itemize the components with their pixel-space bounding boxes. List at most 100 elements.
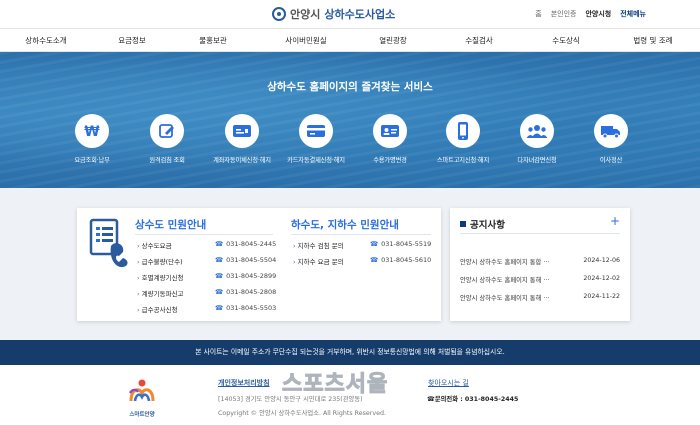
water-row-name[interactable]: 상수도요금 — [137, 240, 172, 250]
nav-item-intro[interactable]: 상하수도소개 — [25, 35, 66, 46]
service-remote-meter[interactable]: 원격검침 조회 — [132, 114, 202, 164]
nav-item-fee[interactable]: 요금정보 — [118, 35, 146, 46]
hero-title: 상하수도 홈페이지의 즐겨찾는 서비스 — [267, 81, 433, 93]
sewer-service-title: 하수도, 지하수 민원안내 — [291, 219, 399, 231]
sewer-row-tel-text: 031-8045-5610 — [381, 256, 432, 264]
hero-banner: 상하수도 홈페이지의 즐겨찾는 서비스 ₩ 요금조회·납부 원격검침 조회 계좌… — [0, 52, 700, 188]
anyang-emblem-icon — [272, 7, 286, 21]
footer-phone: ☎문의전화 : 031-8045-2445 — [427, 394, 518, 403]
service-label: 원격검침 조회 — [149, 157, 185, 164]
notice-item-date: 2024-11-22 — [583, 293, 620, 300]
notice-list-item[interactable]: 안양시 상하수도 홈페이지 통해 ··· 2024-12-02 — [460, 275, 620, 284]
water-row-tel-text: 031-8045-5504 — [226, 256, 277, 264]
water-row-name[interactable]: 계량기동파신고 — [137, 288, 184, 298]
directions-link[interactable]: 찾아오시는 길 — [428, 378, 469, 388]
main-navigation: 상하수도소개 요금정보 물홍보관 사이버민원실 열린광장 수질검사 수도상식 법… — [0, 28, 700, 52]
nav-item-promo[interactable]: 물홍보관 — [199, 35, 227, 46]
service-multichild-discount[interactable]: 다자녀감면신청 — [502, 114, 572, 164]
phone-document-icon — [85, 216, 133, 272]
notice-item-title: 안양시 상하수도 홈페이지 통합 ··· — [460, 259, 550, 266]
water-row-tel-text: 031-8045-2899 — [226, 272, 277, 280]
phone-icon: ☎ — [215, 288, 224, 296]
footer-copyright: Copyright © 안양시 상하수도사업소. All Rights Rese… — [218, 410, 386, 417]
nav-item-cyber[interactable]: 사이버민원실 — [285, 35, 326, 46]
service-label: 스마트고지신청·해지 — [436, 157, 490, 164]
water-row-name[interactable]: 급수불량(단수) — [137, 256, 183, 266]
utility-menu: 홈 본인인증 안양시청 전체메뉴 — [535, 9, 646, 19]
privacy-policy-link[interactable]: 개인정보처리방침 — [218, 378, 270, 388]
content-area: 상수도 민원안내 상수도요금 ☎031-8045-2445 급수불량(단수) ☎… — [0, 188, 700, 340]
sewer-title-divider — [291, 234, 431, 235]
water-row-tel: ☎ 031-8045-2808 — [215, 288, 276, 296]
logo-office-text: 상하수도사업소 — [324, 8, 396, 21]
smart-anyang-text: 스마트안양 — [129, 412, 155, 418]
service-fee-payment[interactable]: ₩ 요금조회·납부 — [57, 114, 127, 164]
service-label: 계좌자동이체신청·해지 — [213, 157, 271, 164]
phone-icon: ☎ — [370, 256, 379, 264]
water-row-tel: ☎ 031-8045-2445 — [215, 240, 276, 248]
service-name-change[interactable]: 수용가명변경 — [355, 114, 425, 164]
service-account-autopay[interactable]: 계좌자동이체신청·해지 — [207, 114, 277, 164]
water-row-name[interactable]: 호별계량기신청 — [137, 272, 184, 282]
notice-title: 공지사항 — [460, 217, 505, 231]
sewer-row-name[interactable]: 지하수 요금 문의 — [293, 256, 344, 266]
water-title-divider — [135, 234, 273, 235]
credit-card-icon — [299, 114, 333, 148]
util-auth-link[interactable]: 본인인증 — [551, 9, 577, 19]
service-label: 수용가명변경 — [373, 157, 407, 164]
nav-item-quality[interactable]: 수질검사 — [465, 35, 493, 46]
sewer-row-tel: ☎ 031-8045-5519 — [370, 240, 431, 248]
water-row-tel: ☎ 031-8045-5504 — [215, 256, 276, 264]
sewer-row-tel-text: 031-8045-5519 — [381, 240, 432, 248]
phone-icon: ☎ — [215, 272, 224, 280]
phone-icon: ☎ — [215, 240, 224, 248]
smart-anyang-logo: 스마트안양 — [124, 375, 160, 418]
logo-city-text: 안양시 — [290, 8, 321, 21]
truck-icon — [594, 114, 628, 148]
sewer-row-name[interactable]: 지하수 검침 문의 — [293, 240, 344, 250]
notice-item-title: 안양시 상하수도 홈페이지 통해 ··· — [460, 277, 550, 284]
notice-item-date: 2024-12-02 — [583, 275, 620, 282]
service-label: 다자녀감면신청 — [517, 157, 557, 164]
site-footer: 스마트안양 개인정보처리방침 스포츠서울 찾아오시는 길 [14053] 경기도… — [0, 365, 700, 425]
people-icon — [520, 114, 554, 148]
util-cityhall-link[interactable]: 안양시청 — [585, 9, 611, 19]
won-icon: ₩ — [75, 114, 109, 148]
water-row-tel: ☎ 031-8045-2899 — [215, 272, 276, 280]
service-label: 요금조회·납부 — [74, 157, 110, 164]
smart-anyang-emblem-icon — [129, 379, 155, 402]
notice-divider — [460, 233, 620, 234]
phone-icon: ☎ — [215, 256, 224, 264]
bank-card-icon — [225, 114, 259, 148]
service-card-autopay[interactable]: 카드자동결제신청·해지 — [281, 114, 351, 164]
notice-item-title: 안양시 상하수도 홈페이지 통해 ··· — [460, 295, 550, 302]
water-row-name[interactable]: 급수공사신청 — [137, 304, 178, 314]
phone-icon: ☎ — [215, 304, 224, 312]
util-home-link[interactable]: 홈 — [535, 9, 541, 19]
nav-item-law[interactable]: 법령 및 조례 — [633, 35, 672, 46]
service-smart-notice[interactable]: 스마트고지신청·해지 — [428, 114, 498, 164]
email-collection-notice: 본 사이트는 이메일 주소가 무단수집 되는것을 거부하며, 위반시 정보통신망… — [0, 340, 700, 365]
site-header: 안양시 상하수도사업소 홈 본인인증 안양시청 전체메뉴 — [0, 0, 700, 28]
phone-icon: ☎ — [427, 396, 435, 403]
id-card-icon — [373, 114, 407, 148]
smartphone-icon — [446, 114, 480, 148]
nav-item-common[interactable]: 수도상식 — [552, 35, 580, 46]
notice-list-item[interactable]: 안양시 상하수도 홈페이지 통해 ··· 2024-11-22 — [460, 293, 620, 302]
notice-card: 공지사항 + 안양시 상하수도 홈페이지 통합 ··· 2024-12-06 안… — [450, 208, 630, 321]
util-allmenu-link[interactable]: 전체메뉴 — [620, 9, 646, 19]
phone-icon: ☎ — [370, 240, 379, 248]
service-label: 카드자동결제신청·해지 — [287, 157, 345, 164]
nav-item-plaza[interactable]: 열린광장 — [379, 35, 407, 46]
water-row-tel-text: 031-8045-2808 — [226, 288, 277, 296]
water-row-tel-text: 031-8045-5503 — [226, 304, 277, 312]
water-row-tel: ☎ 031-8045-5503 — [215, 304, 276, 312]
edit-icon — [150, 114, 184, 148]
notice-list-item[interactable]: 안양시 상하수도 홈페이지 통합 ··· 2024-12-06 — [460, 257, 620, 266]
notice-more-button[interactable]: + — [610, 214, 620, 228]
site-logo[interactable]: 안양시 상하수도사업소 — [272, 6, 395, 22]
service-move-settlement[interactable]: 이사정산 — [576, 114, 646, 164]
sewer-row-tel: ☎ 031-8045-5610 — [370, 256, 431, 264]
water-service-title: 상수도 민원안내 — [135, 219, 207, 231]
notice-item-date: 2024-12-06 — [583, 257, 620, 264]
